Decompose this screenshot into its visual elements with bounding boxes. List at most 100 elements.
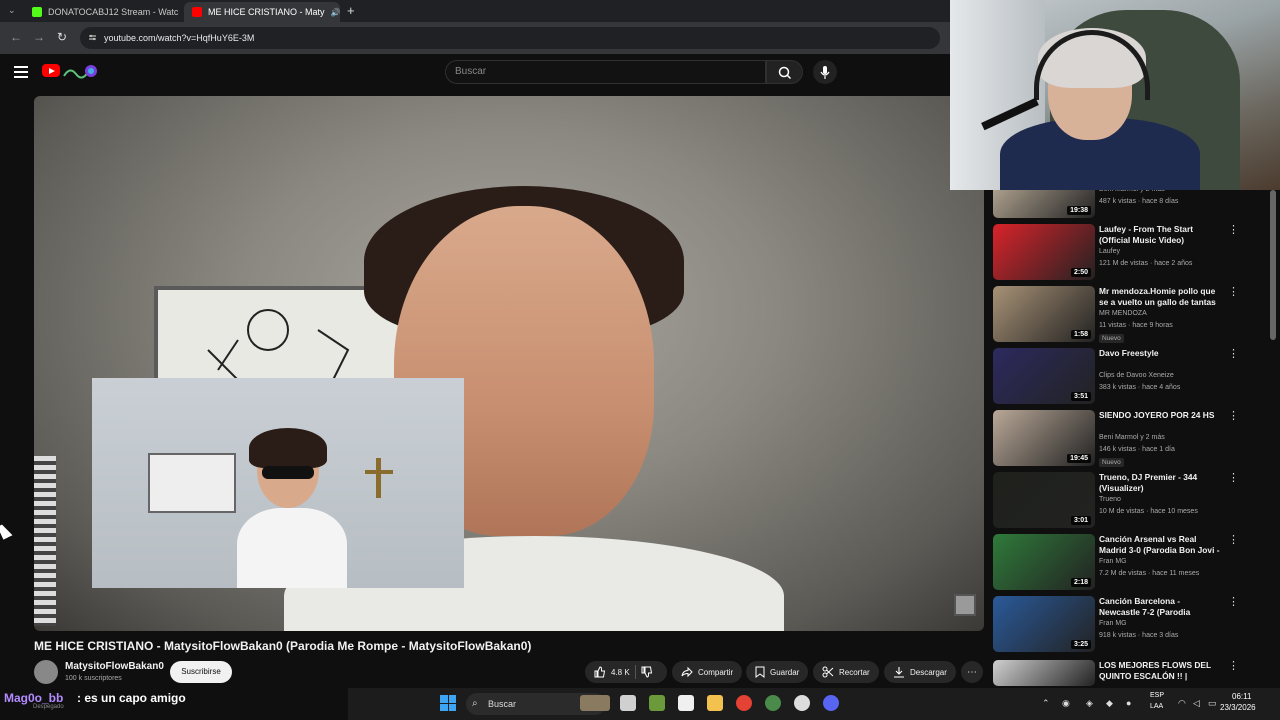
windows-start-icon[interactable]: [440, 695, 456, 711]
recommended-video[interactable]: 2:50 Laufey - From The Start (Official Mu…: [993, 224, 1263, 282]
youtube-logo[interactable]: [42, 64, 60, 77]
video-duration: 19:45: [1067, 454, 1091, 463]
tab-list-icon[interactable]: ⌄: [8, 5, 16, 16]
discord-icon[interactable]: [823, 695, 839, 711]
youtube-doodle-icon[interactable]: [62, 62, 98, 80]
more-options-icon[interactable]: ⋮: [1228, 535, 1239, 546]
new-tab-button[interactable]: +: [347, 3, 355, 18]
tab-me-hice-cristiano[interactable]: ME HICE CRISTIANO - Maty 🔊 ✕: [184, 2, 340, 22]
chrome-icon[interactable]: [736, 695, 752, 711]
minecraft-icon[interactable]: [649, 695, 665, 711]
recommended-video-title[interactable]: Mr mendoza.Homie pollo que se a vuelto u…: [1099, 286, 1221, 309]
recommended-channel[interactable]: Clips de Davoo Xeneize: [1099, 372, 1174, 379]
recommended-video[interactable]: 3:25 Canción Barcelona - Newcastle 7-2 (P…: [993, 596, 1263, 654]
search-input[interactable]: Buscar: [445, 60, 766, 84]
recommended-video-title[interactable]: Laufey - From The Start (Official Music …: [1099, 224, 1221, 246]
file-explorer-icon[interactable]: [707, 695, 723, 711]
search-highlight-icon[interactable]: [580, 695, 610, 711]
share-icon: [681, 666, 693, 678]
clock-time[interactable]: 06:11: [1232, 692, 1251, 701]
new-badge: Nuevo: [1099, 458, 1124, 467]
share-button[interactable]: Compartir: [672, 661, 743, 683]
forward-icon[interactable]: →: [33, 30, 45, 44]
video-player[interactable]: [34, 96, 984, 631]
thumbs-down-icon[interactable]: [641, 666, 653, 678]
clock-date[interactable]: 23/3/2026: [1220, 703, 1256, 712]
back-icon[interactable]: ←: [10, 30, 22, 44]
recommended-channel[interactable]: Fran MG: [1099, 620, 1127, 627]
more-options-icon[interactable]: ⋮: [1228, 411, 1239, 422]
like-count[interactable]: 4.8 K: [611, 668, 630, 677]
channel-avatar[interactable]: [34, 660, 58, 684]
recommended-video[interactable]: 3:01 Trueno, DJ Premier - 344 (Visualizer…: [993, 472, 1263, 530]
recommended-video-title[interactable]: Canción Barcelona - Newcastle 7-2 (Parod…: [1099, 596, 1221, 619]
search-button[interactable]: [766, 60, 803, 84]
recommended-video[interactable]: 19:45 SIENDO JOYERO POR 24 HS Beni Marmol …: [993, 410, 1263, 468]
chat-username: Mag0o_bb: [4, 691, 64, 705]
download-button[interactable]: Descargar: [884, 661, 956, 683]
video-thumbnail[interactable]: 3:01: [993, 472, 1095, 528]
like-dislike-group: 4.8 K: [585, 661, 667, 683]
more-options-icon[interactable]: ⋮: [1228, 473, 1239, 484]
video-thumbnail[interactable]: 3:51: [993, 348, 1095, 404]
recommended-video-title[interactable]: Trueno, DJ Premier - 344 (Visualizer): [1099, 472, 1221, 494]
recommended-channel[interactable]: Fran MG: [1099, 558, 1127, 565]
recommended-channel[interactable]: Trueno: [1099, 496, 1121, 503]
more-actions-button[interactable]: ⋯: [961, 661, 983, 683]
more-options-icon[interactable]: ⋮: [1228, 225, 1239, 236]
channel-watermark[interactable]: [954, 594, 976, 616]
site-info-icon[interactable]: [88, 32, 97, 43]
video-thumbnail[interactable]: 1:58: [993, 286, 1095, 342]
wifi-icon[interactable]: ◠: [1178, 698, 1186, 709]
recommended-video-title[interactable]: SIENDO JOYERO POR 24 HS: [1099, 410, 1221, 421]
tray-app-icon[interactable]: ◈: [1086, 698, 1093, 709]
video-duration: 2:50: [1070, 268, 1091, 277]
youtube-header: Buscar: [0, 54, 950, 90]
save-button[interactable]: Guardar: [746, 661, 809, 683]
video-thumbnail[interactable]: 3:25: [993, 596, 1095, 652]
channel-name[interactable]: MatysitoFlowBakan0: [65, 661, 164, 672]
obs-icon[interactable]: [794, 695, 810, 711]
tray-app-icon[interactable]: ◉: [1062, 698, 1070, 709]
sidebar-scrollbar[interactable]: [1270, 190, 1276, 340]
video-thumbnail[interactable]: 19:45: [993, 410, 1095, 466]
keyboard-language[interactable]: ESP: [1150, 692, 1164, 699]
more-options-icon[interactable]: ⋮: [1228, 661, 1239, 672]
video-thumbnail[interactable]: 2:50: [993, 224, 1095, 280]
battery-icon[interactable]: ▭: [1208, 698, 1217, 709]
more-options-icon[interactable]: ⋮: [1228, 597, 1239, 608]
video-thumbnail[interactable]: [993, 660, 1095, 686]
recommended-video[interactable]: 3:51 Davo Freestyle Clips de Davoo Xeneize…: [993, 348, 1263, 406]
recommended-channel[interactable]: Laufey: [1099, 248, 1120, 255]
subscribe-button[interactable]: Suscribirse: [170, 661, 232, 683]
task-view-icon[interactable]: [620, 695, 636, 711]
show-hidden-icons[interactable]: ⌃: [1042, 698, 1050, 709]
clip-button[interactable]: Recortar: [813, 661, 879, 683]
save-label: Guardar: [770, 667, 800, 677]
recommended-channel[interactable]: MR MENDOZA: [1099, 310, 1147, 317]
recommended-video-title[interactable]: Canción Arsenal vs Real Madrid 3-0 (Paro…: [1099, 534, 1221, 557]
more-options-icon[interactable]: ⋮: [1228, 349, 1239, 360]
tab-donatocabj12-stream[interactable]: DONATOCABJ12 Stream - Watc ✕: [24, 2, 180, 22]
voice-search-button[interactable]: [813, 60, 837, 84]
recommended-video[interactable]: 1:58 Mr mendoza.Homie pollo que se a vuel…: [993, 286, 1263, 344]
video-thumbnail[interactable]: 2:18: [993, 534, 1095, 590]
chrome-active-icon[interactable]: [765, 695, 781, 711]
recommended-video[interactable]: 2:18 Canción Arsenal vs Real Madrid 3-0 (…: [993, 534, 1263, 592]
speaker-icon[interactable]: 🔊: [331, 8, 340, 17]
recommended-channel[interactable]: Beni Marmol y 2 más: [1099, 434, 1165, 441]
volume-icon[interactable]: ◁: [1193, 698, 1200, 709]
calculator-icon[interactable]: [678, 695, 694, 711]
address-bar[interactable]: youtube.com/watch?v=HqfHuY6E-3M: [80, 27, 940, 49]
keyboard-layout[interactable]: LAA: [1150, 703, 1163, 710]
recommended-video-title[interactable]: LOS MEJORES FLOWS DEL QUINTO ESCALÓN !! …: [1099, 660, 1221, 683]
hamburger-menu-icon[interactable]: [14, 66, 28, 78]
recommended-meta: 918 k vistas · hace 3 días: [1099, 632, 1179, 639]
tray-app-icon[interactable]: ◆: [1106, 698, 1113, 709]
recommended-video-title[interactable]: Davo Freestyle: [1099, 348, 1221, 359]
tray-app-icon[interactable]: ●: [1126, 698, 1131, 708]
recommended-meta: 10 M de vistas · hace 10 meses: [1099, 508, 1198, 515]
more-options-icon[interactable]: ⋮: [1228, 287, 1239, 298]
thumbs-up-icon[interactable]: [594, 666, 606, 678]
reload-icon[interactable]: ↻: [57, 30, 67, 44]
